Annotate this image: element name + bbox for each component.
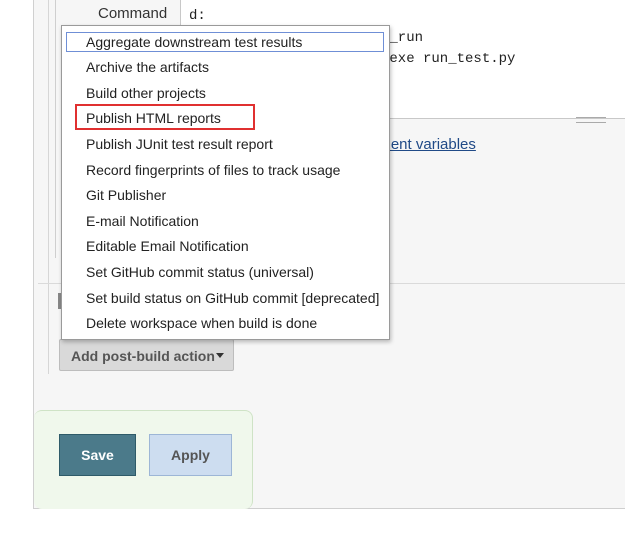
- menu-item-git-publisher[interactable]: Git Publisher: [86, 185, 166, 205]
- command-label: Command: [98, 5, 168, 22]
- add-post-build-action-label: Add post-build action: [71, 348, 215, 364]
- menu-item-aggregate-downstream-test-results[interactable]: Aggregate downstream test results: [86, 32, 302, 52]
- command-line: .exe run_test.py: [381, 51, 516, 67]
- apply-button[interactable]: Apply: [149, 434, 232, 476]
- add-post-build-action-button[interactable]: Add post-build action: [59, 339, 234, 371]
- post-build-action-menu: Aggregate downstream test results Archiv…: [61, 25, 390, 340]
- menu-item-build-other-projects[interactable]: Build other projects: [86, 83, 206, 103]
- menu-item-record-fingerprints[interactable]: Record fingerprints of files to track us…: [86, 160, 340, 180]
- menu-item-email-notification[interactable]: E-mail Notification: [86, 211, 199, 231]
- annotation-highlight-box: [75, 104, 255, 130]
- menu-item-set-github-commit-status[interactable]: Set GitHub commit status (universal): [86, 262, 314, 282]
- save-button[interactable]: Save: [59, 434, 136, 476]
- menu-item-set-build-status-github[interactable]: Set build status on GitHub commit [depre…: [86, 288, 379, 308]
- menu-item-editable-email-notification[interactable]: Editable Email Notification: [86, 236, 249, 256]
- command-line: d:: [189, 8, 206, 24]
- menu-item-publish-junit-report[interactable]: Publish JUnit test result report: [86, 134, 273, 154]
- chevron-down-icon: [216, 353, 224, 358]
- menu-item-archive-artifacts[interactable]: Archive the artifacts: [86, 57, 209, 77]
- menu-item-delete-workspace[interactable]: Delete workspace when build is done: [86, 313, 317, 333]
- textarea-resize-handle[interactable]: [576, 117, 606, 123]
